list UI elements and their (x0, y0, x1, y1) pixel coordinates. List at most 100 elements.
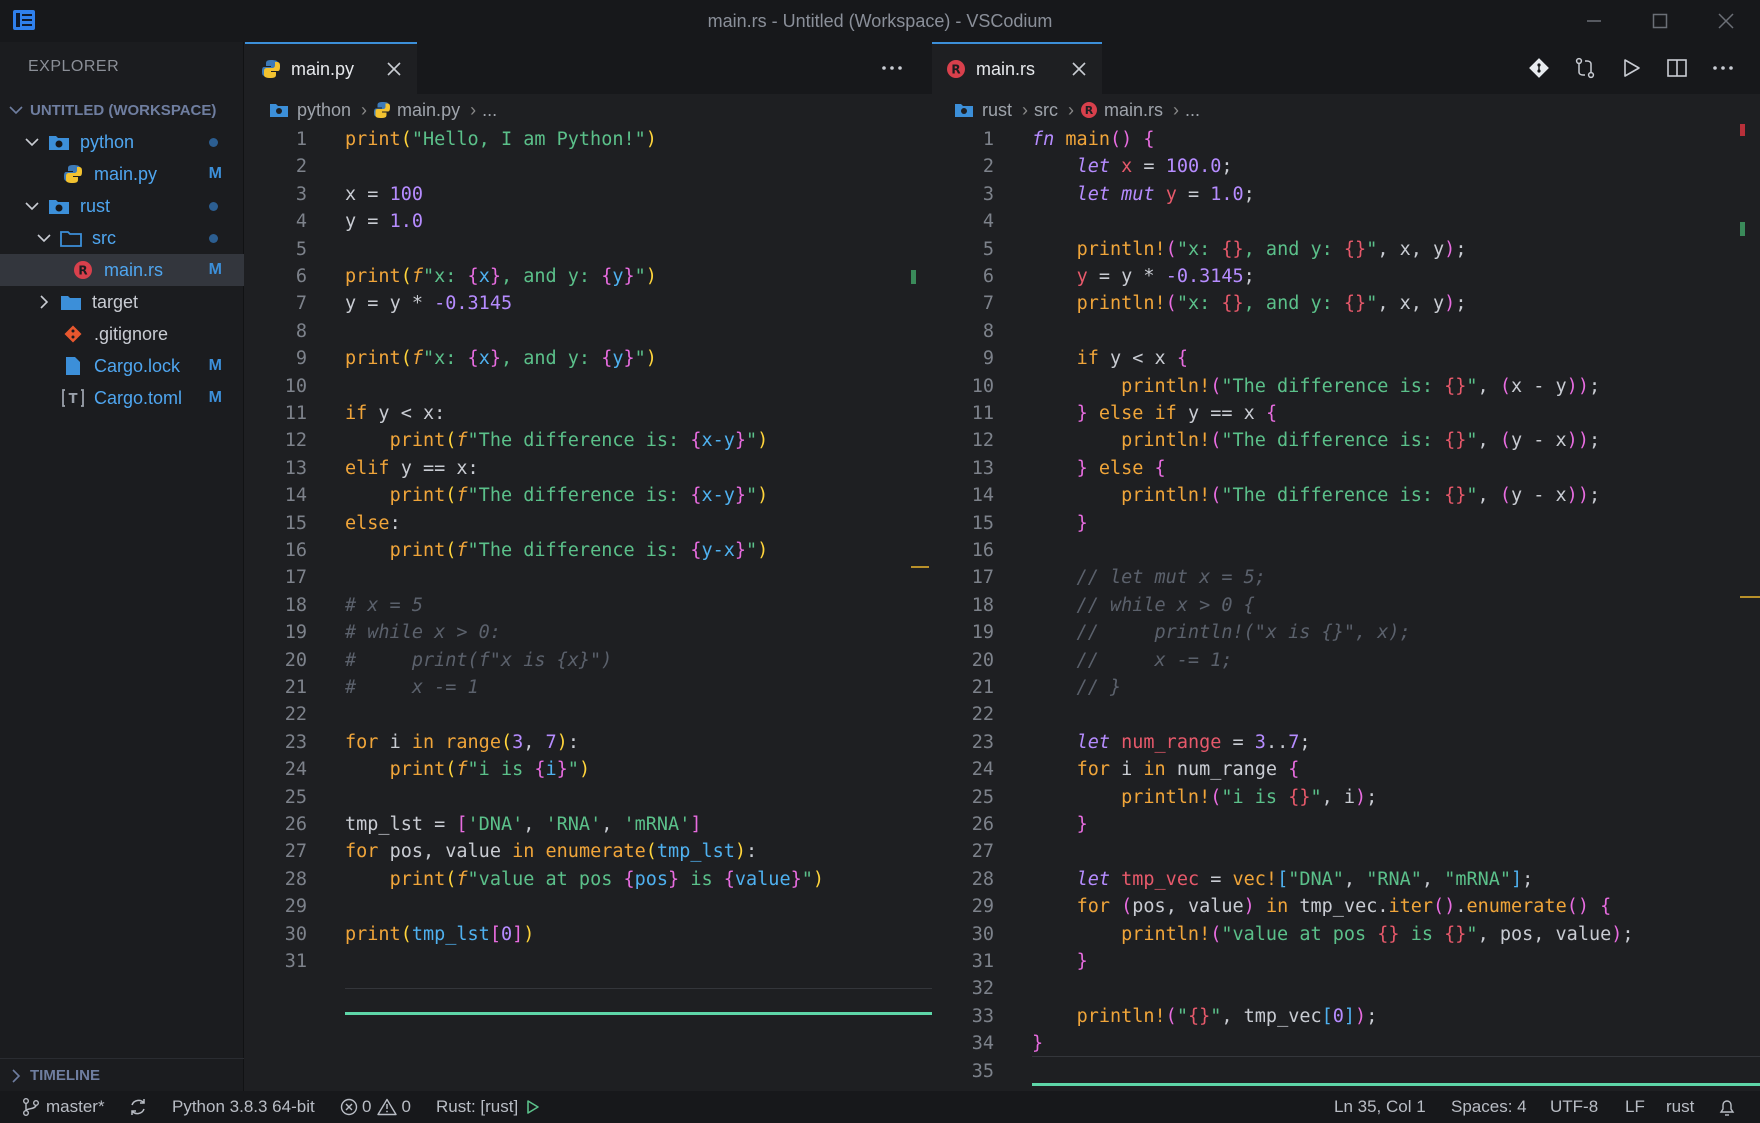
code-line[interactable]: 18 # x = 5 (245, 592, 977, 619)
code-line[interactable]: 4 y = 1.0 (245, 208, 977, 235)
tree-item-cargo-toml[interactable]: T Cargo.toml M (0, 382, 244, 414)
maximize-button[interactable] (1632, 0, 1688, 42)
breadcrumb-item[interactable]: main.py (397, 100, 460, 121)
close-icon[interactable] (385, 60, 403, 78)
tab-main-rs[interactable]: R main.rs (932, 42, 1102, 94)
code-line[interactable]: 23 for i in range(3, 7): (245, 729, 977, 756)
open-changes-icon[interactable] (1574, 57, 1596, 79)
code-line[interactable]: 19 # while x > 0: (245, 619, 977, 646)
cursor-position[interactable]: Ln 35, Col 1 (1334, 1091, 1426, 1123)
code-line[interactable]: 21 # x -= 1 (245, 674, 977, 701)
code-line[interactable]: 9 if y < x { (932, 345, 1760, 372)
code-line[interactable]: 23 let num_range = 3..7; (932, 729, 1760, 756)
breadcrumb-item[interactable]: ... (482, 100, 497, 121)
tree-item-main-py[interactable]: main.py M (0, 158, 244, 190)
code-line[interactable]: 18 // while x > 0 { (932, 592, 1760, 619)
code-line[interactable]: 12 println!("The difference is: {}", (y … (932, 427, 1760, 454)
code-line[interactable]: 34} (932, 1030, 1760, 1057)
code-line[interactable]: 31 } (932, 948, 1760, 975)
code-line[interactable]: 10 println!("The difference is: {}", (x … (932, 373, 1760, 400)
code-line[interactable]: 31 (245, 948, 977, 975)
code-line[interactable]: 17 // let mut x = 5; (932, 564, 1760, 591)
code-line[interactable]: 28 print(f"value at pos {pos} is {value}… (245, 866, 977, 893)
breadcrumb-item[interactable]: src (1034, 100, 1058, 121)
tree-item-cargo-lock[interactable]: Cargo.lock M (0, 350, 244, 382)
tree-item-src[interactable]: src (0, 222, 244, 254)
breadcrumb-item[interactable]: main.rs (1104, 100, 1163, 121)
code-line[interactable]: 12 print(f"The difference is: {x-y}") (245, 427, 977, 454)
code-line[interactable]: 14 print(f"The difference is: {x-y}") (245, 482, 977, 509)
indentation[interactable]: Spaces: 4 (1451, 1091, 1527, 1123)
code-line[interactable]: 32 (932, 975, 1760, 1002)
tree-item-target[interactable]: target (0, 286, 244, 318)
code-line[interactable]: 5 println!("x: {}, and y: {}", x, y); (932, 236, 1760, 263)
code-line[interactable]: 7 y = y * -0.3145 (245, 290, 977, 317)
code-line[interactable]: 22 (245, 701, 977, 728)
code-line[interactable]: 10 (245, 373, 977, 400)
close-icon[interactable] (1070, 60, 1088, 78)
code-line[interactable]: 2 (245, 153, 977, 180)
code-line[interactable]: 26 tmp_lst = ['DNA', 'RNA', 'mRNA'] (245, 811, 977, 838)
more-actions-icon[interactable] (1712, 58, 1734, 78)
breadcrumb-item[interactable]: python (297, 100, 351, 121)
breadcrumb-item[interactable]: ... (1185, 100, 1200, 121)
code-line[interactable]: 25 (245, 784, 977, 811)
code-line[interactable]: 3 let mut y = 1.0; (932, 181, 1760, 208)
git-branch-status[interactable]: master* (22, 1091, 105, 1123)
code-line[interactable]: 30 println!("value at pos {} is {}", pos… (932, 921, 1760, 948)
tree-item-main-rs[interactable]: R main.rs M (0, 254, 244, 286)
code-line[interactable]: 1 fn main() { (932, 126, 1760, 153)
code-line[interactable]: 27 for pos, value in enumerate(tmp_lst): (245, 838, 977, 865)
split-editor-icon[interactable] (1666, 57, 1688, 79)
code-line[interactable]: 13 } else { (932, 455, 1760, 482)
code-line[interactable]: 22 (932, 701, 1760, 728)
code-line[interactable]: 15 } (932, 510, 1760, 537)
code-line[interactable]: 3 x = 100 (245, 181, 977, 208)
problems-status[interactable]: 0 0 (340, 1091, 411, 1123)
code-line[interactable]: 9 print(f"x: {x}, and y: {y}") (245, 345, 977, 372)
timeline-section[interactable]: TIMELINE (0, 1058, 244, 1092)
code-line[interactable]: 6 y = y * -0.3145; (932, 263, 1760, 290)
tab-main-py[interactable]: main.py (245, 42, 417, 94)
tree-item-gitignore[interactable]: .gitignore (0, 318, 244, 350)
code-line[interactable]: 4 (932, 208, 1760, 235)
code-line[interactable]: 16 (932, 537, 1760, 564)
close-window-button[interactable] (1698, 0, 1754, 42)
code-line[interactable]: 20 # print(f"x is {x}") (245, 647, 977, 674)
code-line[interactable]: 6 print(f"x: {x}, and y: {y}") (245, 263, 977, 290)
tree-item-rust[interactable]: rust (0, 190, 244, 222)
code-line[interactable]: 27 (932, 838, 1760, 865)
code-line[interactable]: 11 if y < x: (245, 400, 977, 427)
run-icon[interactable] (1620, 57, 1642, 79)
code-line[interactable]: 24 print(f"i is {i}") (245, 756, 977, 783)
code-line[interactable]: 5 (245, 236, 977, 263)
rust-status[interactable]: Rust: [rust] (436, 1091, 540, 1123)
code-line[interactable]: 11 } else if y == x { (932, 400, 1760, 427)
breadcrumb-item[interactable]: rust (982, 100, 1012, 121)
code-line[interactable]: 17 (245, 564, 977, 591)
code-line[interactable]: 24 for i in num_range { (932, 756, 1760, 783)
encoding[interactable]: UTF-8 (1550, 1091, 1598, 1123)
code-line[interactable]: 28 let tmp_vec = vec!["DNA", "RNA", "mRN… (932, 866, 1760, 893)
code-line[interactable]: 25 println!("i is {}", i); (932, 784, 1760, 811)
more-actions-icon[interactable] (881, 58, 903, 78)
code-line[interactable]: 20 // x -= 1; (932, 647, 1760, 674)
code-line[interactable]: 7 println!("x: {}, and y: {}", x, y); (932, 290, 1760, 317)
code-line[interactable]: 14 println!("The difference is: {}", (y … (932, 482, 1760, 509)
code-line[interactable]: 33 println!("{}", tmp_vec[0]); (932, 1003, 1760, 1030)
python-interpreter[interactable]: Python 3.8.3 64-bit (172, 1091, 315, 1123)
code-line[interactable]: 13 elif y == x: (245, 455, 977, 482)
tree-item-python[interactable]: python (0, 126, 244, 158)
code-line[interactable]: 15 else: (245, 510, 977, 537)
notifications-button[interactable] (1718, 1091, 1736, 1123)
language-mode[interactable]: rust (1666, 1091, 1694, 1123)
minimize-button[interactable] (1566, 0, 1622, 42)
code-line[interactable]: 19 // println!("x is {}", x); (932, 619, 1760, 646)
code-line[interactable]: 8 (932, 318, 1760, 345)
workspace-header[interactable]: UNTITLED (WORKSPACE) (0, 94, 244, 126)
code-line[interactable]: 29 for (pos, value) in tmp_vec.iter().en… (932, 893, 1760, 920)
line-ending[interactable]: LF (1625, 1091, 1645, 1123)
code-line[interactable]: 2 let x = 100.0; (932, 153, 1760, 180)
code-line[interactable]: 8 (245, 318, 977, 345)
code-line[interactable]: 29 (245, 893, 977, 920)
